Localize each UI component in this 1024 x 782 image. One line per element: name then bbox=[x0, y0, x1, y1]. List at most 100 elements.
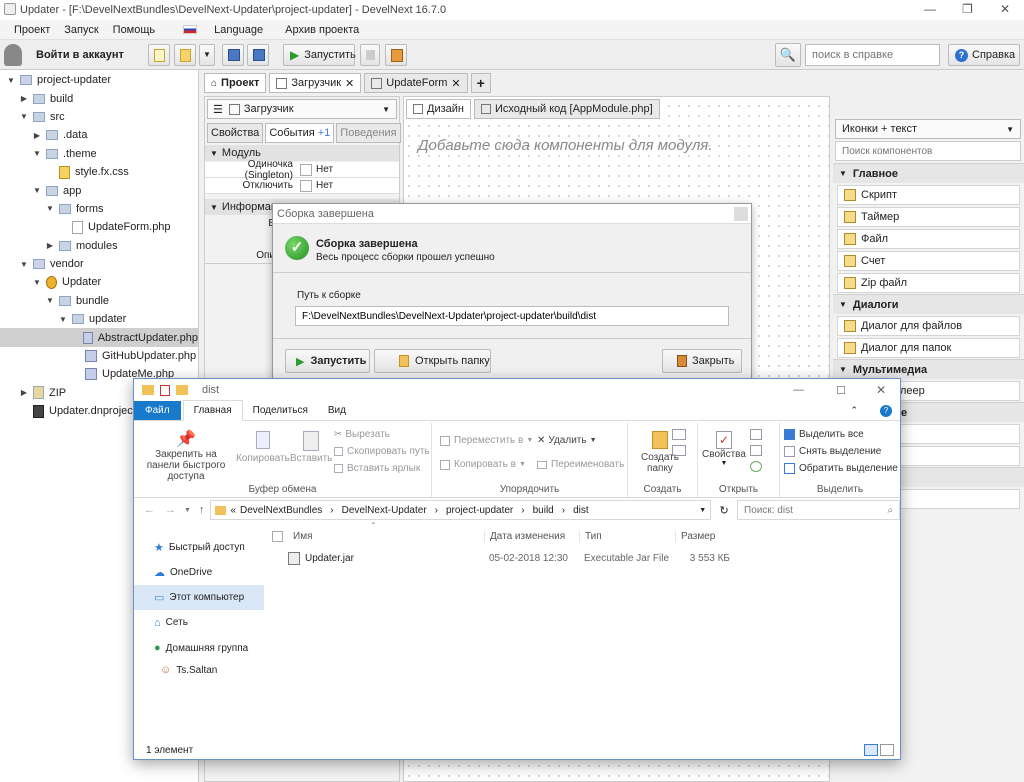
ribbon-tab-home[interactable]: Главная bbox=[182, 400, 243, 421]
dialog-close-icon[interactable] bbox=[734, 206, 748, 221]
close-button[interactable]: ✕ bbox=[876, 383, 886, 397]
paste-shortcut-button[interactable]: Вставить ярлык bbox=[334, 463, 420, 474]
select-all-button[interactable]: Выделить все bbox=[784, 429, 864, 440]
new-file-button[interactable] bbox=[148, 44, 170, 66]
column-date[interactable]: Дата изменения bbox=[484, 530, 579, 542]
palette-section[interactable]: ▼ Диалоги bbox=[833, 294, 1024, 314]
ribbon-tab-view[interactable]: Вид bbox=[318, 401, 356, 420]
expand-arrow-icon[interactable]: ▼ bbox=[19, 260, 29, 269]
cut-button[interactable]: ✂ Вырезать bbox=[334, 429, 390, 440]
nav-item[interactable]: ▭ Этот компьютер bbox=[134, 585, 264, 610]
recent-dropdown-icon[interactable]: ▼ bbox=[184, 507, 191, 514]
menu-run[interactable]: Запуск bbox=[64, 24, 98, 36]
expand-arrow-icon[interactable]: ▼ bbox=[32, 186, 42, 195]
edit-icon[interactable] bbox=[750, 445, 762, 456]
nav-item[interactable]: ☺ Ts.Saltan bbox=[134, 661, 264, 679]
close-button[interactable]: ✕ bbox=[1000, 2, 1010, 16]
tree-item[interactable]: GitHubUpdater.php bbox=[0, 347, 198, 365]
save-all-button[interactable] bbox=[247, 44, 269, 66]
palette-item[interactable]: Файл bbox=[837, 229, 1020, 249]
select-all-checkbox[interactable] bbox=[272, 530, 283, 542]
tree-item[interactable]: ▼ .theme bbox=[0, 145, 198, 163]
checkbox[interactable] bbox=[300, 163, 312, 176]
tree-item[interactable]: ▶ build bbox=[0, 89, 198, 107]
invert-selection-button[interactable]: Обратить выделение bbox=[784, 463, 898, 474]
minimize-button[interactable]: — bbox=[924, 2, 936, 16]
add-tab-button[interactable]: + bbox=[470, 73, 491, 93]
save-button[interactable] bbox=[222, 44, 244, 66]
explorer-search[interactable]: Поиск: dist ⌕ bbox=[737, 500, 900, 520]
nav-item[interactable]: ⌂ Сеть bbox=[134, 610, 264, 635]
details-view-icon[interactable] bbox=[864, 744, 878, 756]
build-path-field[interactable] bbox=[295, 306, 729, 326]
expand-arrow-icon[interactable]: ▼ bbox=[45, 204, 55, 213]
column-type[interactable]: Тип bbox=[579, 530, 675, 542]
ribbon-tab-file[interactable]: Файл bbox=[134, 401, 181, 420]
palette-section[interactable]: ▼ Мультимедиа bbox=[833, 359, 1024, 379]
tree-item[interactable]: UpdateForm.php bbox=[0, 218, 198, 236]
palette-item[interactable]: Zip файл bbox=[837, 273, 1020, 293]
tree-item[interactable]: ▼ bundle bbox=[0, 292, 198, 310]
column-name[interactable]: Имя bbox=[293, 531, 484, 542]
large-icons-view-icon[interactable] bbox=[880, 744, 894, 756]
tab-project[interactable]: ⌂ Проект bbox=[204, 73, 267, 93]
tree-item[interactable]: ▼ forms bbox=[0, 200, 198, 218]
module-selector[interactable]: ☰ Загрузчик ▼ bbox=[207, 99, 397, 119]
maximize-button[interactable]: ☐ bbox=[836, 384, 846, 397]
history-icon[interactable] bbox=[750, 461, 762, 472]
up-icon[interactable]: ↑ bbox=[199, 504, 205, 516]
expand-arrow-icon[interactable]: ▼ bbox=[19, 112, 29, 121]
palette-section[interactable]: ▼ Главное bbox=[833, 163, 1024, 183]
palette-mode-select[interactable]: Иконки + текст ▼ bbox=[835, 119, 1021, 139]
tree-item[interactable]: ▼ src bbox=[0, 108, 198, 126]
column-size[interactable]: Размер bbox=[675, 530, 745, 542]
refresh-icon[interactable]: ↻ bbox=[715, 504, 733, 517]
palette-item[interactable]: Счет bbox=[837, 251, 1020, 271]
menu-help[interactable]: Помощь bbox=[113, 24, 156, 36]
chevron-down-icon[interactable]: ▼ bbox=[699, 507, 706, 514]
tab-behaviors[interactable]: Поведения bbox=[336, 123, 401, 143]
breadcrumb-overflow[interactable]: « bbox=[230, 505, 236, 516]
open-folder-button[interactable]: Открыть папку bbox=[374, 349, 491, 373]
palette-item[interactable]: Скрипт bbox=[837, 185, 1020, 205]
help-search-input[interactable] bbox=[805, 44, 940, 66]
expand-arrow-icon[interactable]: ▼ bbox=[32, 149, 42, 158]
nav-item[interactable]: ★ Быстрый доступ bbox=[134, 535, 264, 560]
breadcrumb-item[interactable]: dist bbox=[573, 505, 589, 516]
menu-archive[interactable]: Архив проекта bbox=[285, 24, 359, 36]
nav-item[interactable]: ☁ OneDrive bbox=[134, 560, 264, 585]
forward-icon[interactable]: → bbox=[165, 504, 176, 516]
easy-access-icon[interactable] bbox=[672, 445, 686, 456]
run-button[interactable]: ▶ Запустить bbox=[283, 44, 356, 66]
tab-updateform[interactable]: UpdateForm ✕ bbox=[364, 73, 468, 93]
tab-source[interactable]: Исходный код [AppModule.php] bbox=[473, 99, 660, 119]
expand-arrow-icon[interactable]: ▼ bbox=[45, 296, 55, 305]
tree-item[interactable]: ▶ .data bbox=[0, 126, 198, 144]
open-icon[interactable] bbox=[750, 429, 762, 440]
copy-to-button[interactable]: Копировать в ▼ bbox=[440, 459, 526, 470]
palette-item[interactable]: Диалог для файлов bbox=[837, 316, 1020, 336]
rename-button[interactable]: Переименовать bbox=[537, 459, 624, 470]
breadcrumb[interactable]: « DevelNextBundles › DevelNext-Updater › p… bbox=[210, 500, 712, 520]
minimize-button[interactable]: — bbox=[793, 384, 804, 396]
collapse-arrow-icon[interactable]: ▶ bbox=[45, 241, 55, 250]
copy-button[interactable]: Копировать bbox=[236, 431, 290, 464]
new-item-icon[interactable] bbox=[672, 429, 686, 440]
tree-item[interactable]: ▶ modules bbox=[0, 237, 198, 255]
paste-button[interactable]: Вставить bbox=[290, 431, 332, 464]
copy-path-button[interactable]: Скопировать путь bbox=[334, 446, 430, 457]
breadcrumb-item[interactable]: DevelNextBundles bbox=[240, 505, 322, 516]
tree-item[interactable]: ▼ updater bbox=[0, 310, 198, 328]
tree-item[interactable]: style.fx.css bbox=[0, 163, 198, 181]
checkbox[interactable] bbox=[300, 179, 312, 192]
expand-arrow-icon[interactable]: ▼ bbox=[58, 315, 68, 324]
collapse-arrow-icon[interactable]: ▶ bbox=[19, 94, 29, 103]
collapse-arrow-icon[interactable]: ▶ bbox=[19, 388, 29, 397]
menu-language[interactable]: Language bbox=[169, 24, 263, 36]
file-row[interactable]: Updater.jar 05-02-2018 12:30 Executable … bbox=[268, 547, 898, 569]
expand-arrow-icon[interactable]: ▼ bbox=[6, 76, 16, 85]
breadcrumb-item[interactable]: build bbox=[533, 505, 554, 516]
nav-item[interactable]: ● Домашняя группа bbox=[134, 635, 264, 661]
stop-button[interactable] bbox=[360, 44, 380, 66]
ribbon-tab-share[interactable]: Поделиться bbox=[243, 401, 318, 420]
